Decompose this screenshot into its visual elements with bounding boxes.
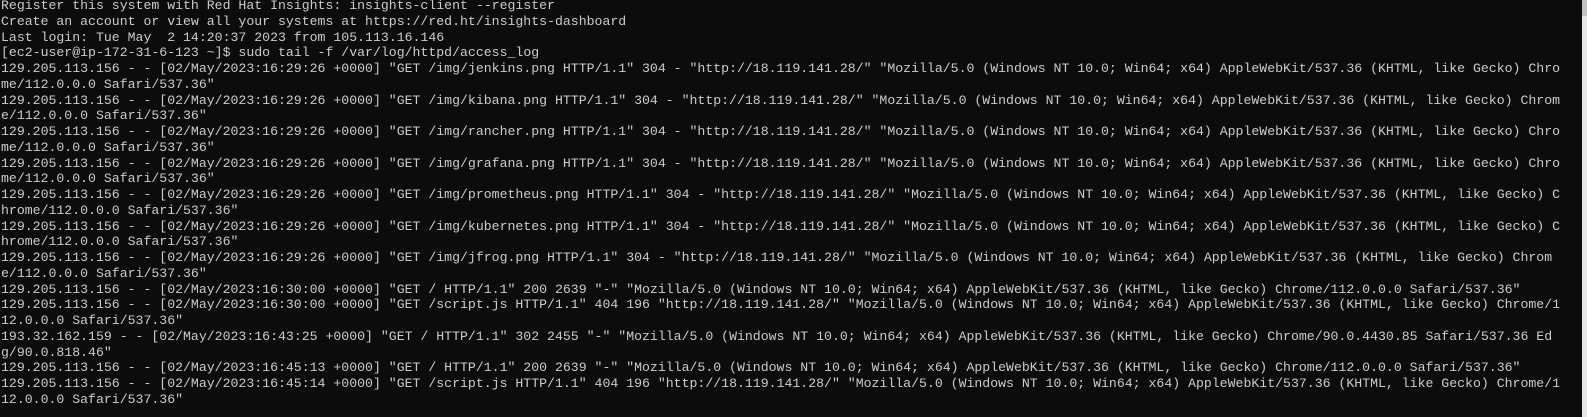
log-line: 129.205.113.156 - - [02/May/2023:16:29:2… xyxy=(1,124,1561,155)
log-line: 129.205.113.156 - - [02/May/2023:16:45:1… xyxy=(1,360,1521,376)
shell-prompt: [ec2-user@ip-172-31-6-123 ~]$ xyxy=(1,45,239,61)
log-line: 129.205.113.156 - - [02/May/2023:16:29:2… xyxy=(1,187,1561,218)
log-line: 193.32.162.159 - - [02/May/2023:16:43:25… xyxy=(1,328,1553,360)
log-line: 129.205.113.156 - - [02/May/2023:16:45:1… xyxy=(1,376,1561,407)
log-line: 129.205.113.156 - - [02/May/2023:16:30:0… xyxy=(1,281,1521,297)
motd-line: Register this system with Red Hat Insigh… xyxy=(1,0,555,13)
log-line: 129.205.113.156 - - [02/May/2023:16:29:2… xyxy=(1,218,1561,250)
scrollbar-thumb[interactable] xyxy=(1582,0,1587,16)
last-login-line: Last login: Tue May 2 14:20:37 2023 from… xyxy=(1,29,445,45)
vertical-scrollbar[interactable] xyxy=(1582,0,1587,417)
motd-line: Create an account or view all your syste… xyxy=(1,13,627,29)
log-line: 129.205.113.156 - - [02/May/2023:16:30:0… xyxy=(1,297,1561,328)
log-line: 129.205.113.156 - - [02/May/2023:16:29:2… xyxy=(1,155,1561,187)
log-line: 129.205.113.156 - - [02/May/2023:16:29:2… xyxy=(1,61,1561,92)
command-line: [ec2-user@ip-172-31-6-123 ~]$ sudo tail … xyxy=(1,45,1560,61)
command-text: sudo tail -f /var/log/httpd/access_log xyxy=(238,45,540,61)
log-line: 129.205.113.156 - - [02/May/2023:16:29:2… xyxy=(1,250,1553,281)
log-line: 129.205.113.156 - - [02/May/2023:16:29:2… xyxy=(1,92,1561,124)
terminal-output[interactable]: Register this system with Red Hat Insigh… xyxy=(1,0,1560,408)
